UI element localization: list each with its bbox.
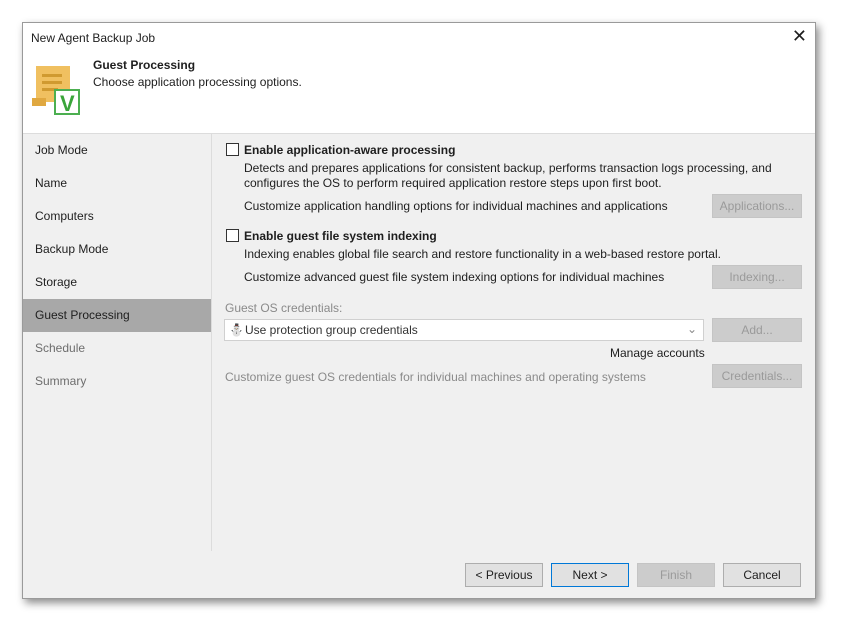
app-aware-customize-text: Customize application handling options f… [244, 199, 668, 213]
page-subtitle: Choose application processing options. [93, 75, 302, 89]
wizard-header: V Guest Processing Choose application pr… [23, 53, 815, 134]
credentials-label: Guest OS credentials: [225, 301, 343, 315]
indexing-button[interactable]: Indexing... [712, 265, 802, 289]
chevron-down-icon: ⌄ [686, 322, 697, 336]
app-aware-desc-2: configures the OS to perform required ap… [244, 176, 662, 190]
wizard-steps: Job Mode Name Computers Backup Mode Stor… [23, 134, 212, 551]
page-title: Guest Processing [93, 58, 196, 72]
step-job-mode[interactable]: Job Mode [23, 134, 211, 167]
indexing-customize-text: Customize advanced guest file system ind… [244, 270, 665, 284]
applications-button[interactable]: Applications... [712, 194, 802, 218]
wizard-window: New Agent Backup Job ✕ V Guest Processin… [22, 22, 816, 599]
credentials-value: Use protection group credentials [245, 323, 418, 337]
add-credentials-button[interactable]: Add... [712, 318, 802, 342]
step-computers[interactable]: Computers [23, 200, 211, 233]
app-aware-label[interactable]: Enable application-aware processing [244, 143, 455, 157]
job-scroll-icon: V [32, 66, 80, 116]
step-schedule[interactable]: Schedule [23, 332, 211, 365]
step-guest-processing[interactable]: Guest Processing [23, 299, 211, 332]
close-icon[interactable]: ✕ [792, 26, 807, 47]
cancel-button[interactable]: Cancel [723, 563, 801, 587]
finish-button[interactable]: Finish [637, 563, 715, 587]
indexing-checkbox[interactable] [226, 229, 239, 242]
credentials-select[interactable]: ⛄ Use protection group credentials ⌄ [224, 319, 704, 341]
app-aware-checkbox[interactable] [226, 143, 239, 156]
app-aware-desc-1: Detects and prepares applications for co… [244, 161, 772, 175]
credentials-button[interactable]: Credentials... [712, 364, 802, 388]
step-summary[interactable]: Summary [23, 365, 211, 398]
manage-accounts-link[interactable]: Manage accounts [610, 346, 705, 360]
indexing-desc: Indexing enables global file search and … [244, 247, 721, 261]
next-button[interactable]: Next > [551, 563, 629, 587]
window-title: New Agent Backup Job [31, 31, 156, 45]
main-panel: Enable application-aware processing Dete… [212, 134, 815, 551]
step-name[interactable]: Name [23, 167, 211, 200]
wizard-footer: < Previous Next > Finish Cancel [23, 551, 815, 598]
step-backup-mode[interactable]: Backup Mode [23, 233, 211, 266]
previous-button[interactable]: < Previous [465, 563, 543, 587]
linux-penguin-icon: ⛄ [229, 323, 244, 337]
credentials-customize-text: Customize guest OS credentials for indiv… [225, 370, 646, 384]
svg-text:V: V [60, 91, 75, 116]
indexing-label[interactable]: Enable guest file system indexing [244, 229, 437, 243]
step-storage[interactable]: Storage [23, 266, 211, 299]
title-bar: New Agent Backup Job ✕ [23, 23, 815, 53]
